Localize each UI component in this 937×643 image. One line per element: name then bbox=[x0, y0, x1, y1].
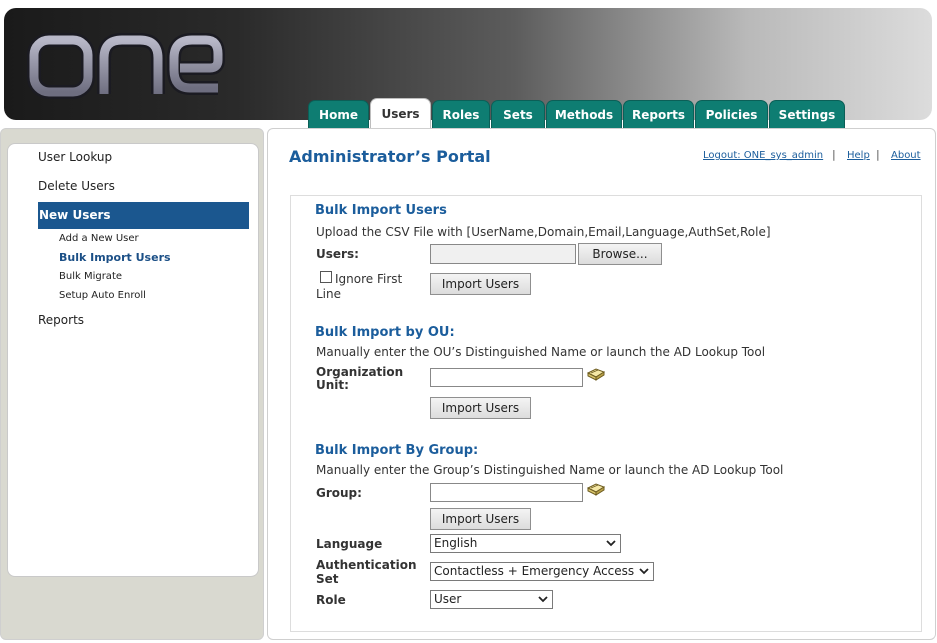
organization-unit-label-cont: Unit: bbox=[316, 378, 349, 392]
language-select-value: English bbox=[434, 536, 478, 550]
link-separator: | bbox=[876, 148, 880, 161]
ignore-first-line-checkbox[interactable] bbox=[320, 271, 332, 283]
chevron-down-icon bbox=[606, 540, 616, 547]
sidebar-subitem-bulk-import-users[interactable]: Bulk Import Users bbox=[59, 251, 171, 264]
link-separator: | bbox=[832, 148, 836, 161]
language-label: Language bbox=[316, 537, 383, 551]
sidebar-item-new-users[interactable]: New Users bbox=[38, 202, 249, 229]
page-title: Administrator’s Portal bbox=[289, 147, 491, 166]
tab-home[interactable]: Home bbox=[308, 100, 369, 128]
organization-unit-input[interactable] bbox=[430, 368, 583, 387]
group-input[interactable] bbox=[430, 483, 583, 502]
bulk-import-users-heading: Bulk Import Users bbox=[315, 203, 447, 218]
role-select[interactable]: User bbox=[430, 590, 553, 609]
authentication-set-select-value: Contactless + Emergency Access bbox=[434, 564, 635, 578]
chevron-down-icon bbox=[639, 568, 649, 575]
browse-button[interactable]: Browse... bbox=[578, 243, 662, 265]
ad-lookup-icon[interactable] bbox=[587, 367, 605, 383]
ou-instructions: Manually enter the OU’s Distinguished Na… bbox=[316, 345, 766, 359]
csv-file-path-field[interactable] bbox=[430, 244, 576, 264]
bulk-import-group-heading: Bulk Import By Group: bbox=[315, 443, 479, 458]
sidebar-item-delete-users[interactable]: Delete Users bbox=[38, 179, 115, 193]
chevron-down-icon bbox=[538, 596, 548, 603]
ad-lookup-icon[interactable] bbox=[587, 482, 605, 498]
organization-unit-label: Organization bbox=[316, 365, 404, 379]
import-users-ou-button[interactable]: Import Users bbox=[430, 397, 531, 419]
authentication-set-label: Authentication bbox=[316, 558, 417, 572]
import-users-csv-button[interactable]: Import Users bbox=[430, 273, 531, 295]
import-users-group-button[interactable]: Import Users bbox=[430, 508, 531, 530]
sidebar-subitem-add-new-user[interactable]: Add a New User bbox=[59, 233, 139, 244]
role-select-value: User bbox=[434, 592, 462, 606]
about-link[interactable]: About bbox=[891, 150, 921, 161]
tab-reports[interactable]: Reports bbox=[623, 100, 694, 128]
users-label: Users: bbox=[316, 247, 359, 261]
role-label: Role bbox=[316, 593, 346, 607]
help-link[interactable]: Help bbox=[847, 150, 870, 161]
ignore-first-line-label-cont: Line bbox=[316, 287, 342, 301]
ignore-first-line-label: Ignore First bbox=[335, 272, 403, 286]
language-select[interactable]: English bbox=[430, 534, 621, 553]
sidebar-subitem-bulk-migrate[interactable]: Bulk Migrate bbox=[59, 271, 122, 282]
sidebar-item-reports[interactable]: Reports bbox=[38, 313, 84, 327]
group-instructions: Manually enter the Group’s Distinguished… bbox=[316, 463, 784, 477]
authentication-set-select[interactable]: Contactless + Emergency Access bbox=[430, 562, 654, 581]
tab-users[interactable]: Users bbox=[370, 98, 431, 130]
csv-instructions: Upload the CSV File with [UserName,Domai… bbox=[316, 225, 771, 239]
logout-link[interactable]: Logout: ONE_sys_admin bbox=[703, 150, 823, 161]
tab-sets[interactable]: Sets bbox=[491, 100, 545, 128]
tab-policies[interactable]: Policies bbox=[695, 100, 768, 128]
tab-settings[interactable]: Settings bbox=[769, 100, 845, 128]
sidebar-subitem-setup-auto-enroll[interactable]: Setup Auto Enroll bbox=[59, 290, 146, 301]
sidebar-item-user-lookup[interactable]: User Lookup bbox=[38, 150, 112, 164]
group-label: Group: bbox=[316, 486, 362, 500]
bulk-import-ou-heading: Bulk Import by OU: bbox=[315, 325, 455, 340]
one-logo bbox=[27, 33, 225, 99]
tab-methods[interactable]: Methods bbox=[546, 100, 622, 128]
tab-roles[interactable]: Roles bbox=[432, 100, 490, 128]
authentication-set-label-cont: Set bbox=[316, 572, 339, 586]
